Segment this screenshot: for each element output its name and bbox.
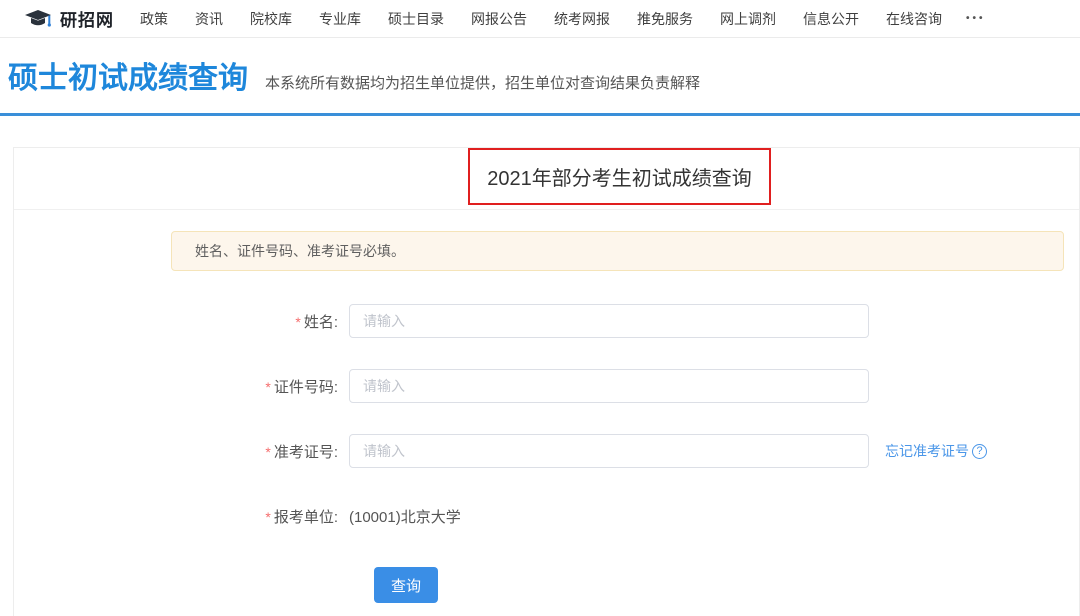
page-subtitle: 本系统所有数据均为招生单位提供，招生单位对查询结果负责解释	[265, 72, 700, 93]
top-nav: 研招网 政策 资讯 院校库 专业库 硕士目录 网报公告 统考网报 推免服务 网上…	[0, 0, 1080, 38]
nav-item-major-library[interactable]: 专业库	[319, 9, 361, 29]
nav-item-news[interactable]: 资讯	[195, 9, 223, 29]
nav-menu: 政策 资讯 院校库 专业库 硕士目录 网报公告 统考网报 推免服务 网上调剂 信…	[140, 9, 942, 29]
ticket-number-label: *准考证号:	[14, 441, 338, 462]
nav-item-info-disclosure[interactable]: 信息公开	[803, 9, 859, 29]
nav-item-exempt-service[interactable]: 推免服务	[637, 9, 693, 29]
query-button[interactable]: 查询	[374, 567, 438, 603]
site-logo[interactable]: 研招网	[24, 6, 114, 31]
form-row-institution: *报考单位: (10001)北京大学	[14, 499, 1079, 533]
nav-item-online-consult[interactable]: 在线咨询	[886, 9, 942, 29]
query-card: 2021年部分考生初试成绩查询 姓名、证件号码、准考证号必填。 *姓名: *证件…	[13, 147, 1080, 616]
card-title: 2021年部分考生初试成绩查询	[487, 162, 752, 191]
blue-divider	[0, 113, 1080, 116]
forgot-ticket-link-text: 忘记准考证号	[885, 441, 969, 461]
name-input[interactable]	[349, 304, 869, 338]
ticket-number-input[interactable]	[349, 434, 869, 468]
question-circle-icon: ?	[972, 444, 987, 459]
submit-row: 查询	[374, 567, 1079, 603]
nav-item-online-adjustment[interactable]: 网上调剂	[720, 9, 776, 29]
institution-value: (10001)北京大学	[349, 506, 461, 527]
nav-item-online-report-notice[interactable]: 网报公告	[471, 9, 527, 29]
name-label: *姓名:	[14, 311, 338, 332]
forgot-ticket-link[interactable]: 忘记准考证号 ?	[885, 441, 987, 461]
nav-item-policy[interactable]: 政策	[140, 9, 168, 29]
id-number-label: *证件号码:	[14, 376, 338, 397]
page-header: 硕士初试成绩查询 本系统所有数据均为招生单位提供，招生单位对查询结果负责解释	[0, 38, 1080, 96]
form-row-id-number: *证件号码:	[14, 369, 1079, 403]
institution-label: *报考单位:	[14, 506, 338, 527]
nav-item-unified-exam-report[interactable]: 统考网报	[554, 9, 610, 29]
nav-more-ellipsis-icon[interactable]: •••	[966, 13, 986, 24]
query-form: *姓名: *证件号码: *准考证号: 忘记准考证号 ? *报考单位:	[14, 304, 1079, 603]
nav-item-master-catalog[interactable]: 硕士目录	[388, 9, 444, 29]
form-row-name: *姓名:	[14, 304, 1079, 338]
logo-text: 研招网	[60, 6, 114, 31]
required-asterisk: *	[295, 314, 300, 330]
page-title: 硕士初试成绩查询	[8, 62, 248, 96]
form-row-ticket-number: *准考证号: 忘记准考证号 ?	[14, 434, 1079, 468]
graduation-cap-icon	[24, 9, 54, 29]
required-asterisk: *	[265, 509, 270, 525]
red-annotation-box: 2021年部分考生初试成绩查询	[468, 148, 771, 205]
nav-item-college-library[interactable]: 院校库	[250, 9, 292, 29]
notice-text: 姓名、证件号码、准考证号必填。	[195, 241, 405, 261]
id-number-input[interactable]	[349, 369, 869, 403]
required-asterisk: *	[265, 444, 270, 460]
required-fields-notice: 姓名、证件号码、准考证号必填。	[171, 231, 1064, 271]
card-header: 2021年部分考生初试成绩查询	[14, 148, 1079, 210]
required-asterisk: *	[265, 379, 270, 395]
